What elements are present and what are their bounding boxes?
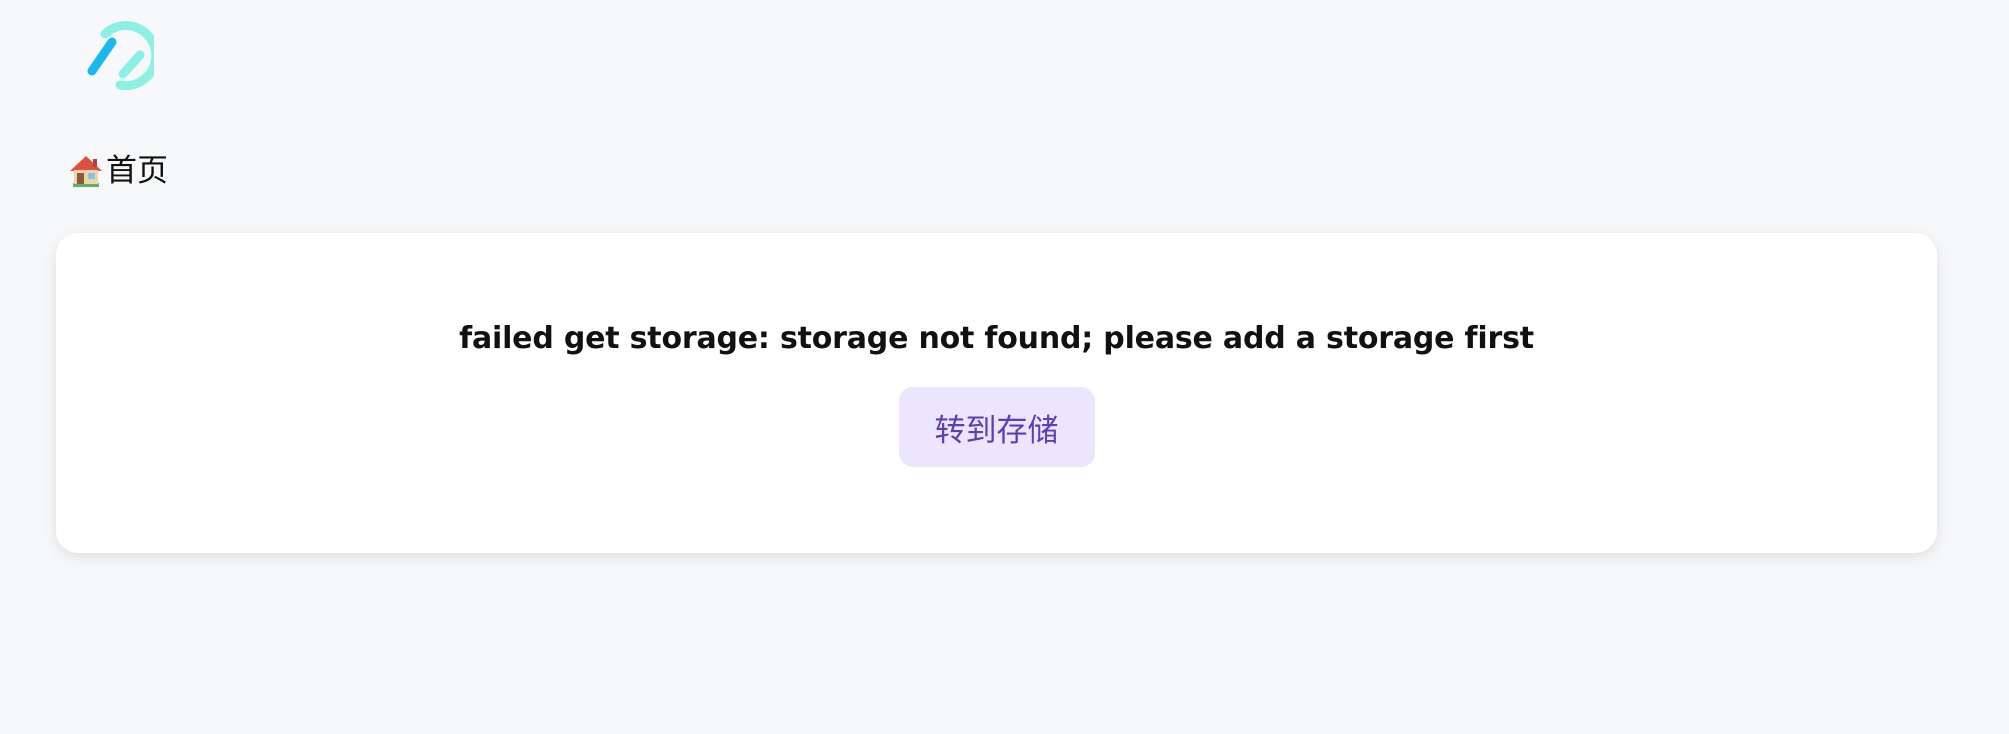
house-icon bbox=[68, 153, 104, 189]
goto-storage-button[interactable]: 转到存储 bbox=[898, 387, 1095, 467]
app-logo-icon bbox=[87, 21, 161, 91]
page: 首页 failed get storage: storage not found… bbox=[0, 0, 2009, 734]
app-logo-link[interactable] bbox=[80, 18, 161, 91]
breadcrumb-home-link[interactable]: 首页 bbox=[106, 149, 168, 193]
error-message: failed get storage: storage not found; p… bbox=[459, 321, 1534, 356]
error-card: failed get storage: storage not found; p… bbox=[56, 233, 1937, 553]
breadcrumb: 首页 bbox=[68, 148, 168, 194]
